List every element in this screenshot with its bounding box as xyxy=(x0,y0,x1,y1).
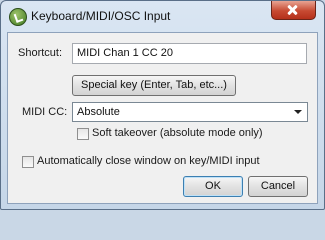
midi-cc-select[interactable]: Absolute xyxy=(72,102,308,122)
midi-cc-selected-value: Absolute xyxy=(77,106,120,118)
title-bar[interactable]: Keyboard/MIDI/OSC Input xyxy=(1,1,324,31)
shortcut-field[interactable]: MIDI Chan 1 CC 20 xyxy=(72,43,307,64)
reaper-logo-icon xyxy=(9,8,27,26)
window-title: Keyboard/MIDI/OSC Input xyxy=(31,9,171,23)
special-key-button[interactable]: Special key (Enter, Tab, etc...) xyxy=(72,75,236,96)
close-window-button[interactable] xyxy=(271,1,316,20)
soft-takeover-checkbox[interactable] xyxy=(77,128,89,140)
dialog-window: Keyboard/MIDI/OSC Input Shortcut: MIDI C… xyxy=(0,0,325,210)
shortcut-label: Shortcut: xyxy=(18,47,63,59)
auto-close-checkbox[interactable] xyxy=(22,156,34,168)
dropdown-arrow-icon xyxy=(294,110,302,114)
soft-takeover-label[interactable]: Soft takeover (absolute mode only) xyxy=(92,127,263,139)
dialog-content: Shortcut: MIDI Chan 1 CC 20 Special key … xyxy=(7,32,318,204)
ok-button[interactable]: OK xyxy=(183,176,243,197)
auto-close-label[interactable]: Automatically close window on key/MIDI i… xyxy=(37,155,260,167)
cancel-button[interactable]: Cancel xyxy=(248,176,308,197)
midi-cc-label: MIDI CC: xyxy=(22,106,68,118)
